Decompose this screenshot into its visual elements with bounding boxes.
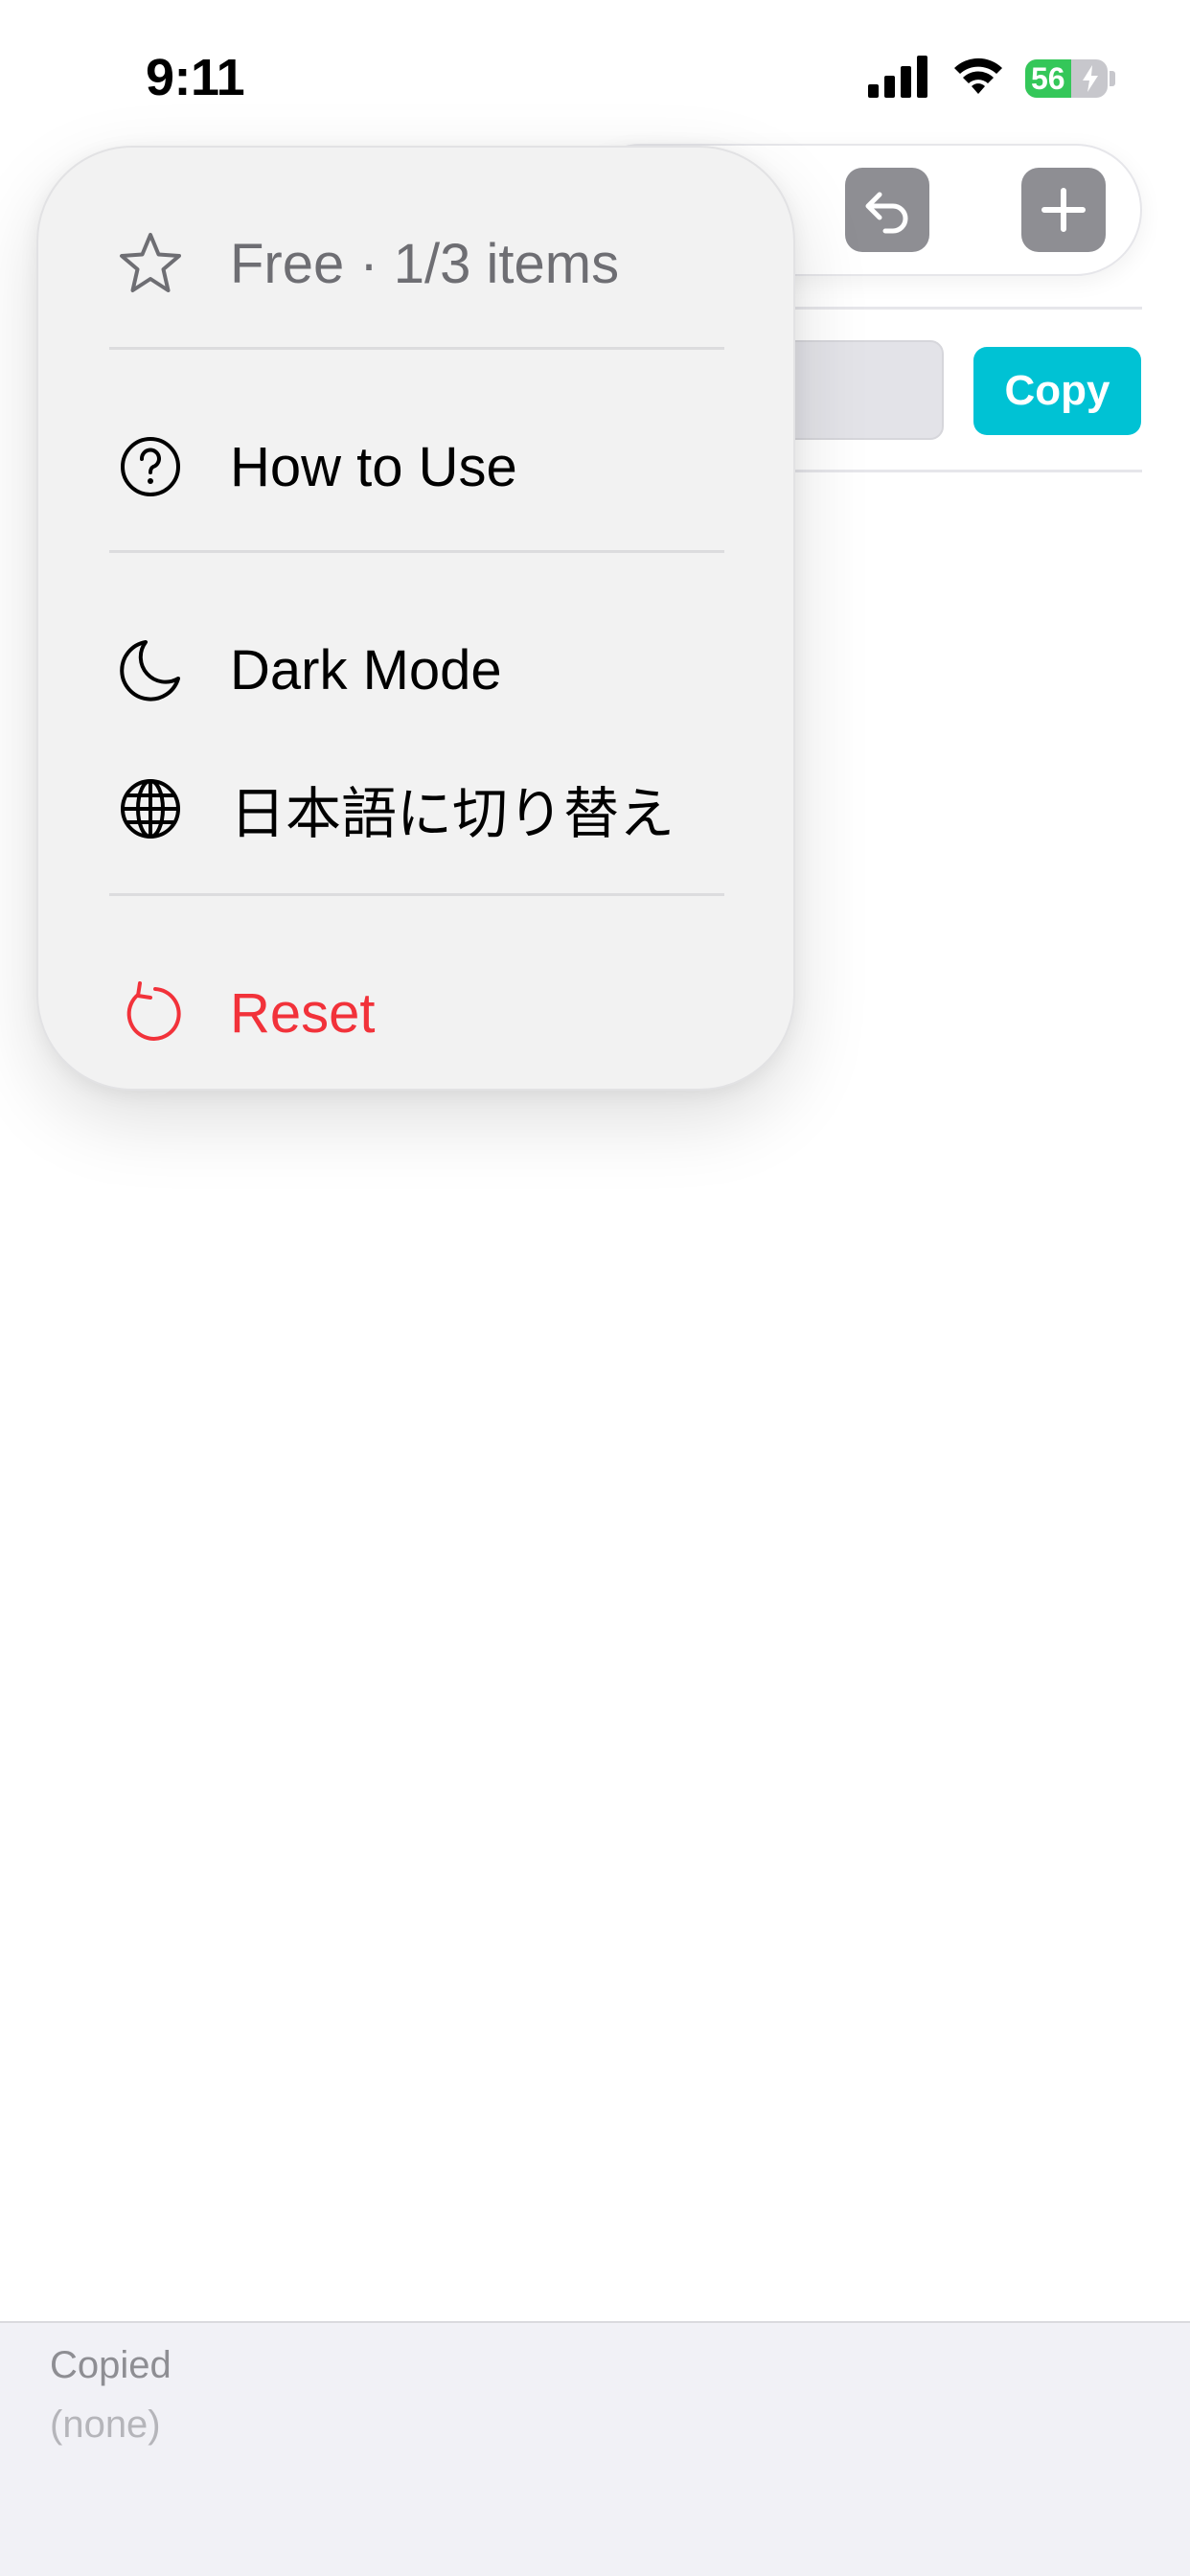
- undo-arrow-icon: [865, 192, 908, 234]
- menu-item-how-to-use[interactable]: How to Use: [38, 404, 793, 529]
- menu-label-dark-mode: Dark Mode: [230, 638, 502, 702]
- question-circle-icon: [116, 432, 185, 501]
- undo-button[interactable]: [845, 168, 929, 252]
- copied-value: (none): [50, 2404, 161, 2446]
- dropdown-menu: Free · 1/3 items How to Use Dark Mode 日本…: [36, 146, 795, 1091]
- battery-nub: [1110, 71, 1115, 86]
- globe-icon: [116, 774, 185, 843]
- menu-separator: [109, 347, 724, 350]
- menu-label-language: 日本語に切り替え: [230, 783, 675, 845]
- add-button[interactable]: [1021, 168, 1106, 252]
- status-bar: 9:11 56: [0, 0, 1190, 144]
- copied-panel: Copied (none): [0, 2321, 1190, 2576]
- menu-separator: [109, 550, 724, 553]
- cellular-signal-icon: [868, 56, 927, 98]
- plus-icon: [1041, 188, 1086, 232]
- menu-item-dark-mode[interactable]: Dark Mode: [38, 608, 793, 732]
- copied-label: Copied: [50, 2344, 172, 2386]
- battery-indicator: 56: [1025, 59, 1108, 98]
- menu-item-language[interactable]: 日本語に切り替え: [38, 747, 793, 871]
- wifi-icon: [954, 58, 1002, 94]
- star-icon: [116, 229, 185, 298]
- charging-bolt-icon: [1083, 65, 1098, 92]
- menu-label-plan: Free · 1/3 items: [230, 232, 620, 295]
- menu-separator: [109, 893, 724, 896]
- menu-label-how-to-use: How to Use: [230, 435, 517, 498]
- status-time: 9:11: [146, 49, 245, 106]
- reset-arrow-icon: [116, 978, 185, 1047]
- copy-button[interactable]: Copy: [973, 347, 1141, 435]
- app-screen: 9:11 56 Copy Free · 1/3 items How to Use…: [0, 0, 1190, 2576]
- menu-label-reset: Reset: [230, 981, 376, 1045]
- moon-icon: [116, 635, 185, 704]
- menu-item-plan[interactable]: Free · 1/3 items: [38, 201, 793, 326]
- menu-item-reset[interactable]: Reset: [38, 951, 793, 1075]
- battery-level: 56: [1031, 61, 1065, 96]
